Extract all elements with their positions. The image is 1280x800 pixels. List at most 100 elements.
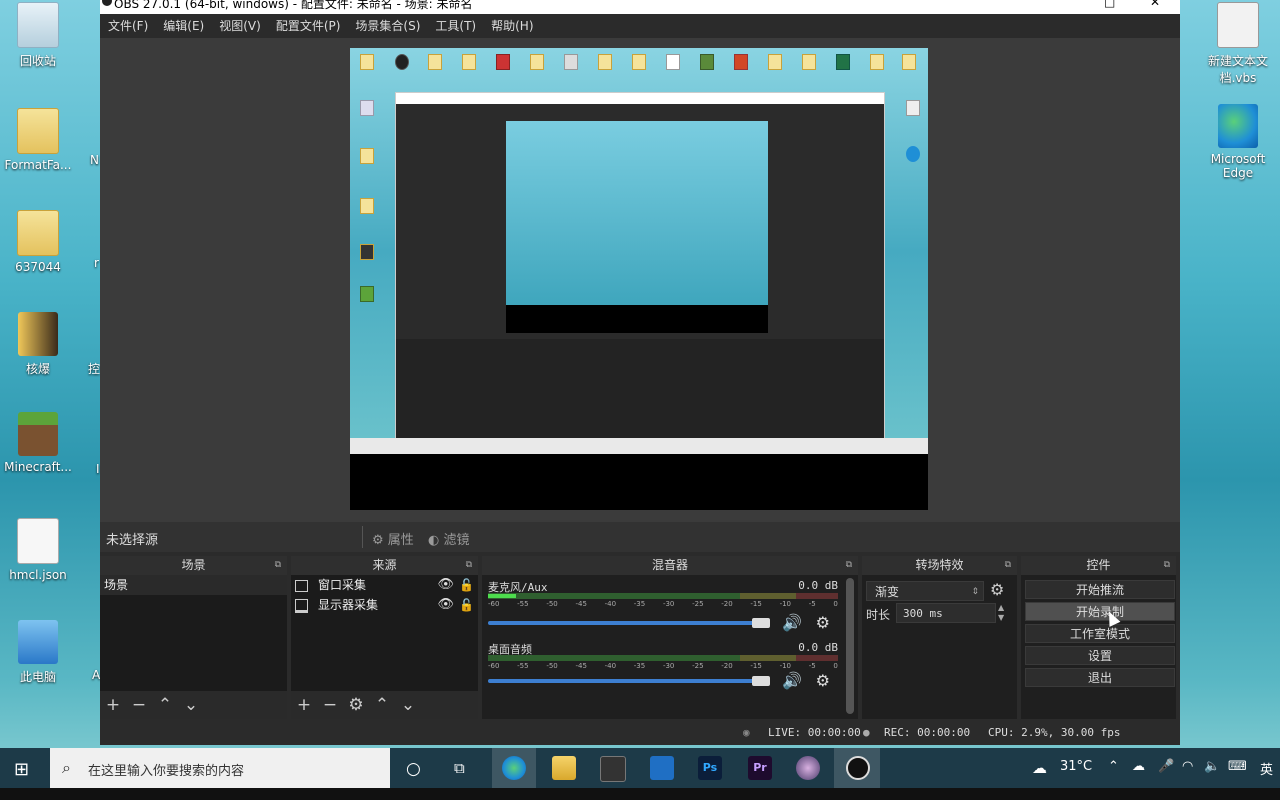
source-item[interactable]: 显示器采集 👁 🔓: [291, 595, 478, 615]
slider-handle[interactable]: [752, 618, 770, 628]
gear-icon[interactable]: ⚙: [816, 671, 830, 690]
slider-handle[interactable]: [752, 676, 770, 686]
weather-icon: ☁: [1032, 759, 1047, 777]
source-toolbar: 未选择源 ⚙ 属性 ◐ 滤镜: [100, 522, 1180, 552]
desktop-icon-637044[interactable]: 637044: [0, 210, 76, 274]
menu-view[interactable]: 视图(V): [219, 14, 261, 38]
float-dock-icon[interactable]: ⧉: [846, 556, 852, 575]
desktop-icon-hmcl-json[interactable]: hmcl.json: [0, 518, 76, 582]
taskbar-search-box[interactable]: ⌕ 在这里输入你要搜索的内容: [50, 748, 390, 788]
menu-profile[interactable]: 配置文件(P): [276, 14, 341, 38]
duration-input[interactable]: 300 ms: [896, 603, 996, 623]
exit-button[interactable]: 退出: [1025, 668, 1175, 687]
move-down-icon[interactable]: ⌄: [178, 691, 204, 719]
weather-temp[interactable]: 31°C: [1060, 759, 1092, 774]
photoshop-icon[interactable]: Ps: [698, 756, 722, 780]
volume-slider[interactable]: [488, 676, 770, 686]
move-up-icon[interactable]: ⌃: [152, 691, 178, 719]
onedrive-icon[interactable]: ☁: [1132, 759, 1145, 774]
chevron-up-icon[interactable]: ⌃: [1108, 759, 1119, 774]
float-dock-icon[interactable]: ⧉: [466, 556, 472, 575]
spinbox-arrows-icon[interactable]: ▲ ▼: [998, 603, 1004, 623]
source-item[interactable]: 窗口采集 👁 🔓: [291, 575, 478, 595]
file-explorer-icon[interactable]: [552, 756, 576, 780]
desktop-icon-minecraft[interactable]: Minecraft...: [0, 412, 76, 474]
search-placeholder: 在这里输入你要搜索的内容: [88, 764, 245, 779]
volume-slider[interactable]: [488, 618, 770, 628]
store-icon[interactable]: [600, 756, 626, 782]
remove-icon[interactable]: −: [126, 691, 152, 719]
desktop-icon-partial[interactable]: A: [92, 668, 100, 682]
transitions-dock: 转场特效 ⧉ 渐变 ⇕ ⚙ 时长 300 ms ▲ ▼: [862, 556, 1017, 719]
sources-dock: 来源 ⧉ 窗口采集 👁 🔓 显示器采集 👁 🔓 + − ⚙ ⌃ ⌄: [291, 556, 478, 719]
menu-file[interactable]: 文件(F): [108, 14, 148, 38]
visibility-icon[interactable]: 👁: [437, 595, 454, 615]
window-title: OBS 27.0.1 (64-bit, windows) - 配置文件: 未命名…: [114, 0, 473, 11]
premiere-icon[interactable]: Pr: [748, 756, 772, 780]
obs-icon[interactable]: [846, 756, 870, 780]
maximize-button[interactable]: □: [1104, 0, 1115, 9]
desktop-icon-edge[interactable]: Microsoft Edge: [1198, 104, 1278, 180]
start-recording-button[interactable]: 开始录制: [1025, 602, 1175, 621]
preview-canvas[interactable]: [350, 48, 928, 510]
float-dock-icon[interactable]: ⧉: [1164, 556, 1170, 575]
speaker-icon[interactable]: 🔊: [782, 613, 802, 632]
lock-icon[interactable]: 🔓: [459, 595, 474, 615]
ime-indicator[interactable]: 英: [1260, 759, 1273, 778]
add-icon[interactable]: +: [100, 691, 126, 719]
properties-button[interactable]: ⚙ 属性: [372, 529, 414, 548]
float-dock-icon[interactable]: ⧉: [275, 556, 281, 575]
speaker-icon[interactable]: 🔈: [1204, 759, 1220, 774]
mixer-scrollbar[interactable]: [846, 578, 854, 714]
studio-mode-button[interactable]: 工作室模式: [1025, 624, 1175, 643]
live-status: LIVE: 00:00:00: [768, 726, 861, 739]
desktop-icon-formatfactory[interactable]: FormatFa...: [0, 108, 76, 172]
keyboard-icon[interactable]: ⌨: [1228, 759, 1247, 774]
app-icon[interactable]: [796, 756, 820, 780]
mixer-channel: 麦克风/Aux 0.0 dB -60 -55 -50 -45 -40 -35 -30 -25-…: [488, 579, 838, 637]
float-dock-icon[interactable]: ⧉: [1005, 556, 1011, 575]
add-icon[interactable]: +: [291, 691, 317, 719]
script-icon: [1217, 2, 1259, 48]
desktop-icon-partial[interactable]: I: [96, 462, 100, 476]
desktop-icon-recycle-bin[interactable]: 回收站: [0, 2, 76, 69]
desktop-icon-partial[interactable]: r: [94, 256, 99, 270]
task-view-icon[interactable]: ⧉: [454, 759, 465, 777]
menu-bar: 文件(F) 编辑(E) 视图(V) 配置文件(P) 场景集合(S) 工具(T) 帮助(H): [100, 14, 1180, 38]
desktop-icon-vbs[interactable]: 新建文本文档.vbs: [1198, 2, 1278, 86]
menu-scene-collection[interactable]: 场景集合(S): [355, 14, 420, 38]
visibility-icon[interactable]: 👁: [437, 575, 454, 595]
close-button[interactable]: ✕: [1150, 0, 1160, 9]
desktop-icon-hebao[interactable]: 核爆: [0, 312, 76, 377]
cortana-icon[interactable]: ○: [406, 759, 421, 779]
scene-item[interactable]: 场景: [100, 575, 287, 595]
start-streaming-button[interactable]: 开始推流: [1025, 580, 1175, 599]
menu-tools[interactable]: 工具(T): [435, 14, 476, 38]
menu-edit[interactable]: 编辑(E): [163, 14, 204, 38]
gear-icon[interactable]: ⚙: [990, 580, 1004, 599]
edge-icon[interactable]: [502, 756, 526, 780]
windows-start-icon[interactable]: ⊞: [14, 759, 29, 780]
speaker-icon[interactable]: 🔊: [782, 671, 802, 690]
mail-icon[interactable]: [650, 756, 674, 780]
desktop-icon-partial[interactable]: 控: [88, 360, 100, 377]
obs-logo-icon: [102, 0, 112, 6]
filters-button[interactable]: ◐ 滤镜: [428, 529, 470, 548]
move-up-icon[interactable]: ⌃: [369, 691, 395, 719]
remove-icon[interactable]: −: [317, 691, 343, 719]
scenes-title: 场景: [181, 558, 206, 572]
lock-icon[interactable]: 🔓: [459, 575, 474, 595]
gear-icon[interactable]: ⚙: [343, 691, 369, 719]
wifi-icon[interactable]: ◠: [1182, 759, 1193, 774]
gear-icon[interactable]: ⚙: [816, 613, 830, 632]
menu-help[interactable]: 帮助(H): [491, 14, 533, 38]
status-bar: ◉ LIVE: 00:00:00 ● REC: 00:00:00 CPU: 2.…: [100, 720, 1180, 745]
move-down-icon[interactable]: ⌄: [395, 691, 421, 719]
transition-select[interactable]: 渐变 ⇕: [866, 581, 984, 601]
folder-icon: [17, 210, 59, 256]
desktop-icon-this-pc[interactable]: 此电脑: [0, 620, 76, 685]
microphone-icon[interactable]: 🎤: [1158, 759, 1174, 774]
settings-button[interactable]: 设置: [1025, 646, 1175, 665]
desktop-icon-partial[interactable]: N: [90, 153, 99, 167]
meter-level: [488, 594, 516, 598]
